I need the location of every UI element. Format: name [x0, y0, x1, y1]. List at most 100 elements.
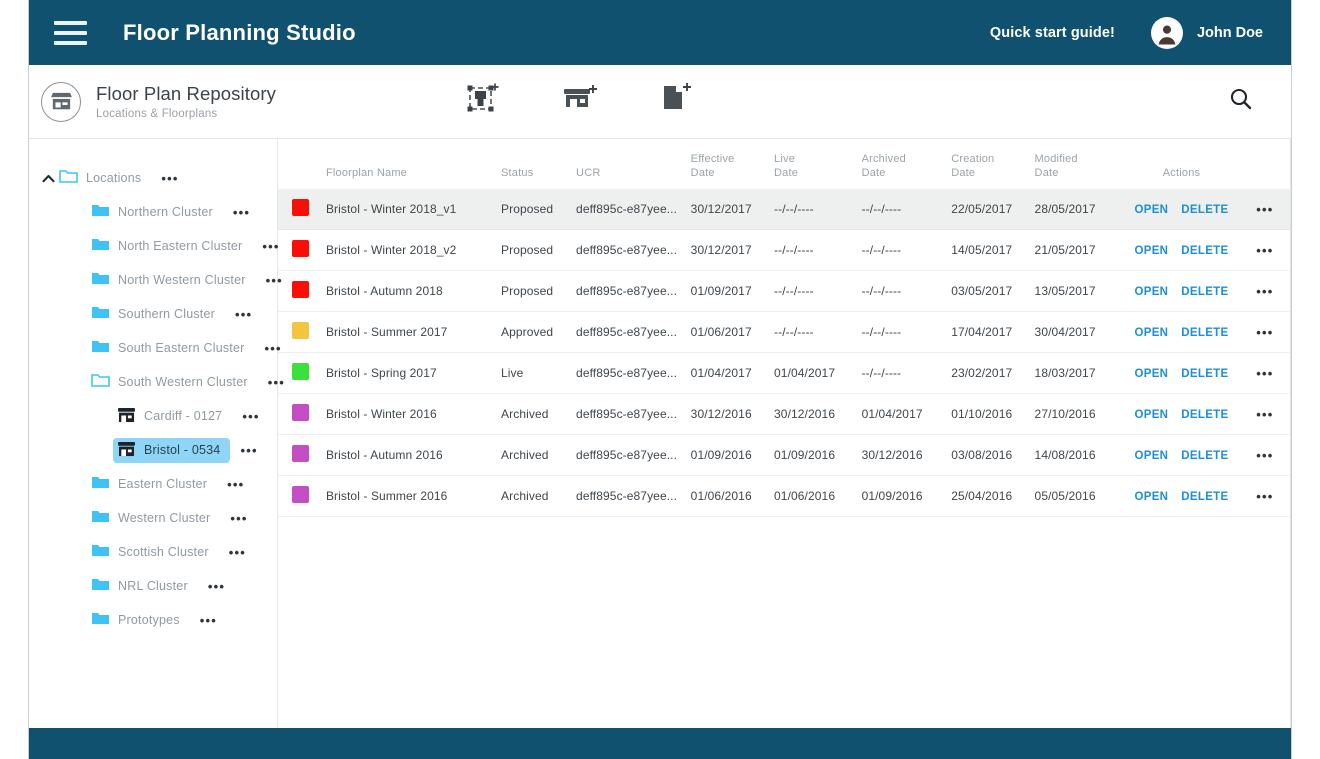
open-action-link[interactable]: OPEN — [1135, 327, 1169, 339]
archived-date-cell: --/--/---- — [861, 352, 952, 394]
table-row[interactable]: Bristol - Summer 2017 Approved deff895c-e8… — [278, 311, 1291, 353]
delete-action-link[interactable]: DELETE — [1181, 286, 1228, 298]
row-context-menu-icon[interactable]: ••• — [1256, 448, 1273, 463]
sidebar-item-context-menu-icon[interactable]: ••• — [230, 511, 247, 526]
user-name-label[interactable]: John Doe — [1197, 25, 1263, 41]
sidebar-item-context-menu-icon[interactable]: ••• — [242, 409, 259, 424]
sidebar-item-context-menu-icon[interactable]: ••• — [227, 477, 244, 492]
open-action-link[interactable]: OPEN — [1135, 409, 1169, 421]
table-row[interactable]: Bristol - Winter 2018_v2 Proposed deff895c… — [278, 229, 1291, 271]
row-context-menu-icon[interactable]: ••• — [1256, 202, 1273, 217]
modified-date-cell: 14/08/2016 — [1034, 434, 1125, 476]
open-action-link[interactable]: OPEN — [1135, 450, 1169, 462]
sidebar-item-nrl-cluster[interactable]: NRL Cluster ••• — [29, 569, 277, 603]
sidebar-item-bristol-0534[interactable]: Bristol - 0534 ••• — [29, 433, 277, 467]
delete-action-link[interactable]: DELETE — [1181, 204, 1228, 216]
navbar-right-group: Quick start guide! John Doe — [990, 16, 1263, 49]
row-context-menu-icon[interactable]: ••• — [1256, 243, 1273, 258]
sidebar-item-context-menu-icon[interactable]: ••• — [200, 613, 217, 628]
sidebar-item-western-cluster[interactable]: Western Cluster ••• — [29, 501, 277, 535]
add-store-icon[interactable] — [562, 83, 598, 120]
creation-date-cell: 22/05/2017 — [951, 189, 1035, 230]
creation-date-cell: 14/05/2017 — [951, 229, 1035, 271]
table-row[interactable]: Bristol - Winter 2018_v1 Proposed deff895c… — [278, 189, 1291, 230]
sidebar-item-body[interactable]: North Western Cluster — [87, 268, 256, 292]
sidebar-item-prototypes[interactable]: Prototypes ••• — [29, 603, 277, 637]
sidebar-item-south-eastern-cluster[interactable]: South Eastern Cluster ••• — [29, 331, 281, 365]
delete-action-link[interactable]: DELETE — [1181, 245, 1228, 257]
sidebar-item-body[interactable]: NRL Cluster — [87, 574, 198, 598]
row-context-menu-icon[interactable]: ••• — [1256, 366, 1273, 381]
sidebar-item-body[interactable]: Northern Cluster — [87, 200, 223, 224]
table-row[interactable]: Bristol - Spring 2017 Live deff895c-e87yee… — [278, 352, 1291, 394]
sidebar-item-north-western-cluster[interactable]: North Western Cluster ••• — [29, 263, 282, 297]
status-cell: Approved — [501, 311, 577, 353]
table-row[interactable]: Bristol - Summer 2016 Archived deff895c-e8… — [278, 475, 1291, 517]
status-cell: Proposed — [501, 189, 577, 230]
table-row[interactable]: Bristol - Autumn 2016 Archived deff895c-e8… — [278, 434, 1291, 476]
sidebar-item-context-menu-icon[interactable]: ••• — [233, 205, 250, 220]
table-row[interactable]: Bristol - Winter 2016 Archived deff895c-e8… — [278, 393, 1291, 435]
user-avatar-icon[interactable] — [1150, 16, 1183, 49]
sidebar-item-cardiff-0127[interactable]: Cardiff - 0127 ••• — [29, 399, 277, 433]
folder-icon — [91, 577, 110, 595]
content-right-divider — [1290, 139, 1291, 728]
sidebar-item-body[interactable]: Bristol - 0534 — [113, 437, 231, 463]
sidebar-item-context-menu-icon[interactable]: ••• — [161, 171, 178, 186]
effective-date-cell: 30/12/2017 — [690, 189, 775, 230]
open-action-link[interactable]: OPEN — [1135, 286, 1169, 298]
sidebar-item-body[interactable]: Southern Cluster — [87, 302, 225, 326]
sidebar-item-body[interactable]: Western Cluster — [87, 506, 220, 530]
sidebar-item-body[interactable]: Cardiff - 0127 — [113, 404, 232, 429]
app-title: Floor Planning Studio — [123, 19, 356, 45]
add-floorplan-icon[interactable] — [660, 82, 692, 121]
open-action-link[interactable]: OPEN — [1135, 245, 1169, 257]
search-icon[interactable] — [1229, 87, 1253, 116]
delete-action-link[interactable]: DELETE — [1181, 409, 1228, 421]
status-swatch — [292, 240, 309, 257]
sidebar-item-context-menu-icon[interactable]: ••• — [240, 443, 257, 458]
sidebar-item-context-menu-icon[interactable]: ••• — [235, 307, 252, 322]
column-header-creation: Creation Date — [951, 153, 995, 179]
sidebar-item-body[interactable]: Locations — [55, 166, 151, 190]
column-header-more — [1239, 153, 1291, 189]
table-header: Floorplan Name Status UCR Effective Date Live… — [278, 153, 1291, 189]
sidebar-item-body[interactable]: South Eastern Cluster — [87, 336, 254, 360]
sidebar-item-label: NRL Cluster — [118, 579, 188, 593]
open-action-link[interactable]: OPEN — [1135, 491, 1169, 503]
quick-start-guide-link[interactable]: Quick start guide! — [990, 25, 1115, 41]
sidebar-item-south-western-cluster[interactable]: South Western Cluster ••• — [29, 365, 284, 399]
open-action-link[interactable]: OPEN — [1135, 204, 1169, 216]
toolbar — [466, 82, 692, 121]
row-context-menu-icon[interactable]: ••• — [1256, 284, 1273, 299]
sidebar-item-context-menu-icon[interactable]: ••• — [229, 545, 246, 560]
hamburger-menu-icon[interactable] — [54, 20, 87, 45]
row-context-menu-cell: ••• — [1238, 393, 1291, 435]
sidebar-item-southern-cluster[interactable]: Southern Cluster ••• — [29, 297, 277, 331]
delete-action-link[interactable]: DELETE — [1181, 450, 1228, 462]
sidebar-item-northern-cluster[interactable]: Northern Cluster ••• — [29, 195, 277, 229]
table-row[interactable]: Bristol - Autumn 2018 Proposed deff895c-e8… — [278, 270, 1291, 312]
sidebar-item-body[interactable]: North Eastern Cluster — [87, 234, 252, 258]
sidebar-item-body[interactable]: Eastern Cluster — [87, 472, 217, 496]
row-context-menu-icon[interactable]: ••• — [1256, 325, 1273, 340]
open-action-link[interactable]: OPEN — [1135, 368, 1169, 380]
delete-action-link[interactable]: DELETE — [1181, 491, 1228, 503]
folder-icon — [91, 475, 110, 493]
sidebar-item-scottish-cluster[interactable]: Scottish Cluster ••• — [29, 535, 277, 569]
folder-icon — [91, 203, 110, 221]
row-context-menu-icon[interactable]: ••• — [1256, 407, 1273, 422]
sidebar-item-body[interactable]: Prototypes — [87, 608, 190, 632]
delete-action-link[interactable]: DELETE — [1181, 327, 1228, 339]
sidebar-item-north-eastern-cluster[interactable]: North Eastern Cluster ••• — [29, 229, 278, 263]
sidebar-item-eastern-cluster[interactable]: Eastern Cluster ••• — [29, 467, 277, 501]
row-context-menu-icon[interactable]: ••• — [1256, 489, 1273, 504]
sidebar-item-locations[interactable]: Locations ••• — [29, 161, 277, 195]
sidebar-item-body[interactable]: Scottish Cluster — [87, 540, 219, 564]
sidebar-item-context-menu-icon[interactable]: ••• — [208, 579, 225, 594]
collapse-caret-icon[interactable] — [41, 174, 55, 183]
delete-action-link[interactable]: DELETE — [1181, 368, 1228, 380]
hamburger-bar — [54, 30, 87, 35]
sidebar-item-body[interactable]: South Western Cluster — [87, 370, 258, 394]
add-cluster-icon[interactable] — [466, 83, 500, 120]
